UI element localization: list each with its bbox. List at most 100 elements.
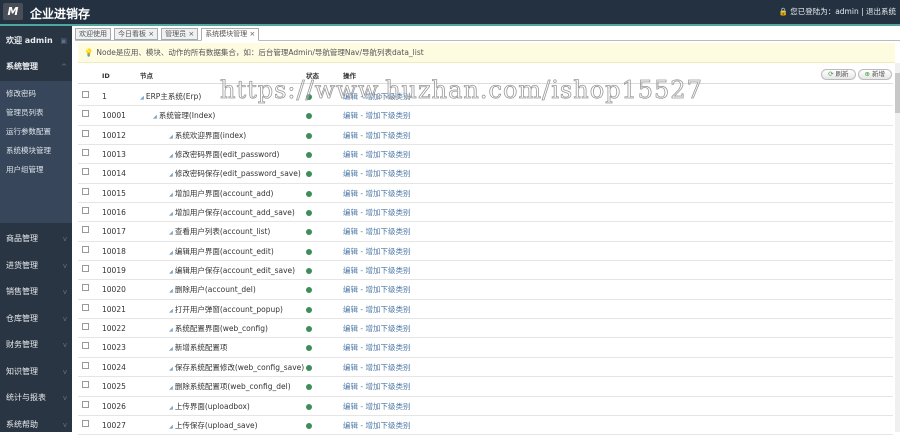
edit-link[interactable]: 编辑 -: [343, 227, 363, 236]
table-row: 10026 ◢ 上传界面(uploadbox) 编辑 - 增加下级类别: [78, 397, 893, 416]
edit-link[interactable]: 编辑 -: [343, 343, 363, 352]
chevron-down-icon: v: [62, 261, 67, 270]
edit-link[interactable]: 编辑 -: [343, 382, 363, 391]
add-child-link[interactable]: 增加下级类别: [365, 227, 410, 236]
add-child-link[interactable]: 增加下级类别: [365, 189, 410, 198]
edit-link[interactable]: 编辑 -: [343, 111, 363, 120]
sidebar-group[interactable]: 知识管理 v: [0, 359, 72, 385]
edit-link[interactable]: 编辑 -: [343, 169, 363, 178]
table-row: 10016 ◢ 增加用户保存(account_add_save) 编辑 - 增加下…: [78, 203, 893, 223]
row-checkbox[interactable]: [82, 323, 89, 331]
edit-link[interactable]: 编辑 -: [343, 324, 363, 333]
edit-link[interactable]: 编辑 -: [343, 305, 363, 314]
add-child-link[interactable]: 增加下级类别: [365, 208, 410, 217]
status-dot-icon: [306, 319, 312, 339]
row-checkbox[interactable]: [82, 129, 89, 137]
add-child-link[interactable]: 增加下级类别: [365, 363, 410, 372]
add-child-link[interactable]: 增加下级类别: [365, 150, 410, 159]
add-button[interactable]: ⊕ 新增: [857, 69, 892, 80]
status-dot-icon: [306, 397, 312, 417]
scrollbar-thumb[interactable]: [895, 73, 900, 113]
sidebar-group[interactable]: 进货管理 v: [0, 253, 72, 279]
sidebar-subitem[interactable]: 系统模块管理: [0, 141, 72, 160]
group-label: 知识管理: [6, 366, 38, 376]
sidebar-subitem[interactable]: 修改密码: [0, 84, 72, 103]
row-checkbox[interactable]: [82, 361, 89, 369]
tab[interactable]: 欢迎使用: [75, 28, 111, 40]
edit-link[interactable]: 编辑 -: [343, 208, 363, 217]
row-node: ◢ 系统欢迎界面(index): [169, 126, 246, 147]
sidebar-group[interactable]: 系统帮助 v: [0, 412, 72, 438]
user-info[interactable]: 🔒 您已登陆为：admin | 退出系统: [779, 6, 896, 17]
edit-link[interactable]: 编辑 -: [343, 421, 363, 430]
row-checkbox[interactable]: [82, 187, 89, 195]
row-checkbox[interactable]: [82, 110, 89, 118]
add-child-link[interactable]: 增加下级类别: [365, 324, 410, 333]
row-checkbox[interactable]: [82, 91, 89, 98]
row-checkbox[interactable]: [82, 226, 89, 234]
row-checkbox[interactable]: [82, 381, 89, 389]
add-child-link[interactable]: 增加下级类别: [365, 285, 410, 294]
chevron-down-icon: v: [62, 235, 67, 243]
row-checkbox[interactable]: [82, 419, 89, 427]
add-child-link[interactable]: 增加下级类别: [365, 402, 410, 411]
sidebar-group[interactable]: 财务管理 v: [0, 332, 72, 358]
edit-link[interactable]: 编辑 -: [343, 363, 363, 372]
sidebar-group-system[interactable]: 系统管理 ^: [0, 54, 72, 80]
sidebar-subitem[interactable]: 用户组管理: [0, 160, 72, 179]
node-label: ERP主系统(Erp): [145, 92, 202, 101]
row-checkbox[interactable]: [82, 168, 89, 176]
col-node: 节点: [140, 72, 153, 80]
sidebar-group[interactable]: 统计与报表 v: [0, 385, 72, 411]
sidebar-group[interactable]: 销售管理 v: [0, 279, 72, 305]
chevron-down-icon: v: [62, 314, 67, 323]
table-row: 10018 ◢ 编辑用户界面(account_edit) 编辑 - 增加下级类别: [78, 242, 893, 262]
add-child-link[interactable]: 增加下级类别: [365, 421, 410, 430]
node-label: 删除用户(account_del): [174, 285, 256, 295]
group-label: 商品管理: [6, 234, 38, 243]
edit-link[interactable]: 编辑 -: [343, 131, 363, 140]
add-child-link[interactable]: 增加下级类别: [365, 247, 410, 256]
row-id: 10024: [102, 362, 126, 372]
edit-link[interactable]: 编辑 -: [343, 150, 363, 159]
add-child-link[interactable]: 增加下级类别: [365, 305, 410, 314]
edit-link[interactable]: 编辑 -: [343, 247, 363, 256]
info-alert: 💡 Node是应用、模块、动作的所有数据集合，如：后台管理Admin/导航管理Na…: [78, 43, 895, 63]
collapse-icon[interactable]: ▣: [60, 28, 67, 54]
sidebar-subitem[interactable]: 运行参数配置: [0, 122, 72, 141]
edit-link[interactable]: 编辑 -: [343, 402, 363, 411]
edit-link[interactable]: 编辑 -: [343, 92, 363, 101]
add-child-link[interactable]: 增加下级类别: [365, 92, 410, 101]
edit-link[interactable]: 编辑 -: [343, 266, 363, 275]
sidebar-subitem[interactable]: 管理员列表: [0, 103, 72, 122]
tab[interactable]: 今日看板 ×: [114, 28, 159, 40]
row-actions: 编辑 - 增加下级类别: [343, 358, 410, 377]
refresh-button[interactable]: ⟳ 刷新: [821, 69, 856, 80]
row-checkbox[interactable]: [82, 245, 89, 253]
edit-link[interactable]: 编辑 -: [343, 285, 363, 294]
row-checkbox[interactable]: [82, 284, 89, 292]
add-child-link[interactable]: 增加下级类别: [365, 131, 410, 140]
row-checkbox[interactable]: [82, 400, 89, 408]
table-row: 10025 ◢ 删除系统配置项(web_config_del) 编辑 - 增加下级…: [78, 377, 893, 397]
sidebar-group[interactable]: 商品管理 v: [0, 226, 72, 252]
tab[interactable]: 系统模块管理 ×: [201, 28, 260, 41]
add-child-link[interactable]: 增加下级类别: [365, 266, 410, 275]
edit-link[interactable]: 编辑 -: [343, 189, 363, 198]
user-info-text[interactable]: 您已登陆为：admin | 退出系统: [790, 7, 896, 16]
add-child-link[interactable]: 增加下级类别: [365, 382, 410, 391]
row-checkbox[interactable]: [82, 265, 89, 273]
scrollbar[interactable]: [895, 63, 900, 432]
tree-node-icon: ◢: [140, 95, 144, 101]
add-child-link[interactable]: 增加下级类别: [365, 169, 410, 178]
row-checkbox[interactable]: [82, 207, 89, 215]
tab[interactable]: 管理员 ×: [161, 28, 199, 40]
add-child-link[interactable]: 增加下级类别: [365, 111, 410, 120]
sidebar-group[interactable]: 仓库管理 v: [0, 306, 72, 332]
row-id: 10026: [102, 401, 126, 411]
row-checkbox[interactable]: [82, 149, 89, 157]
row-checkbox[interactable]: [82, 303, 89, 311]
row-checkbox[interactable]: [82, 342, 89, 350]
chevron-down-icon: v: [62, 367, 67, 376]
add-child-link[interactable]: 增加下级类别: [365, 343, 410, 352]
